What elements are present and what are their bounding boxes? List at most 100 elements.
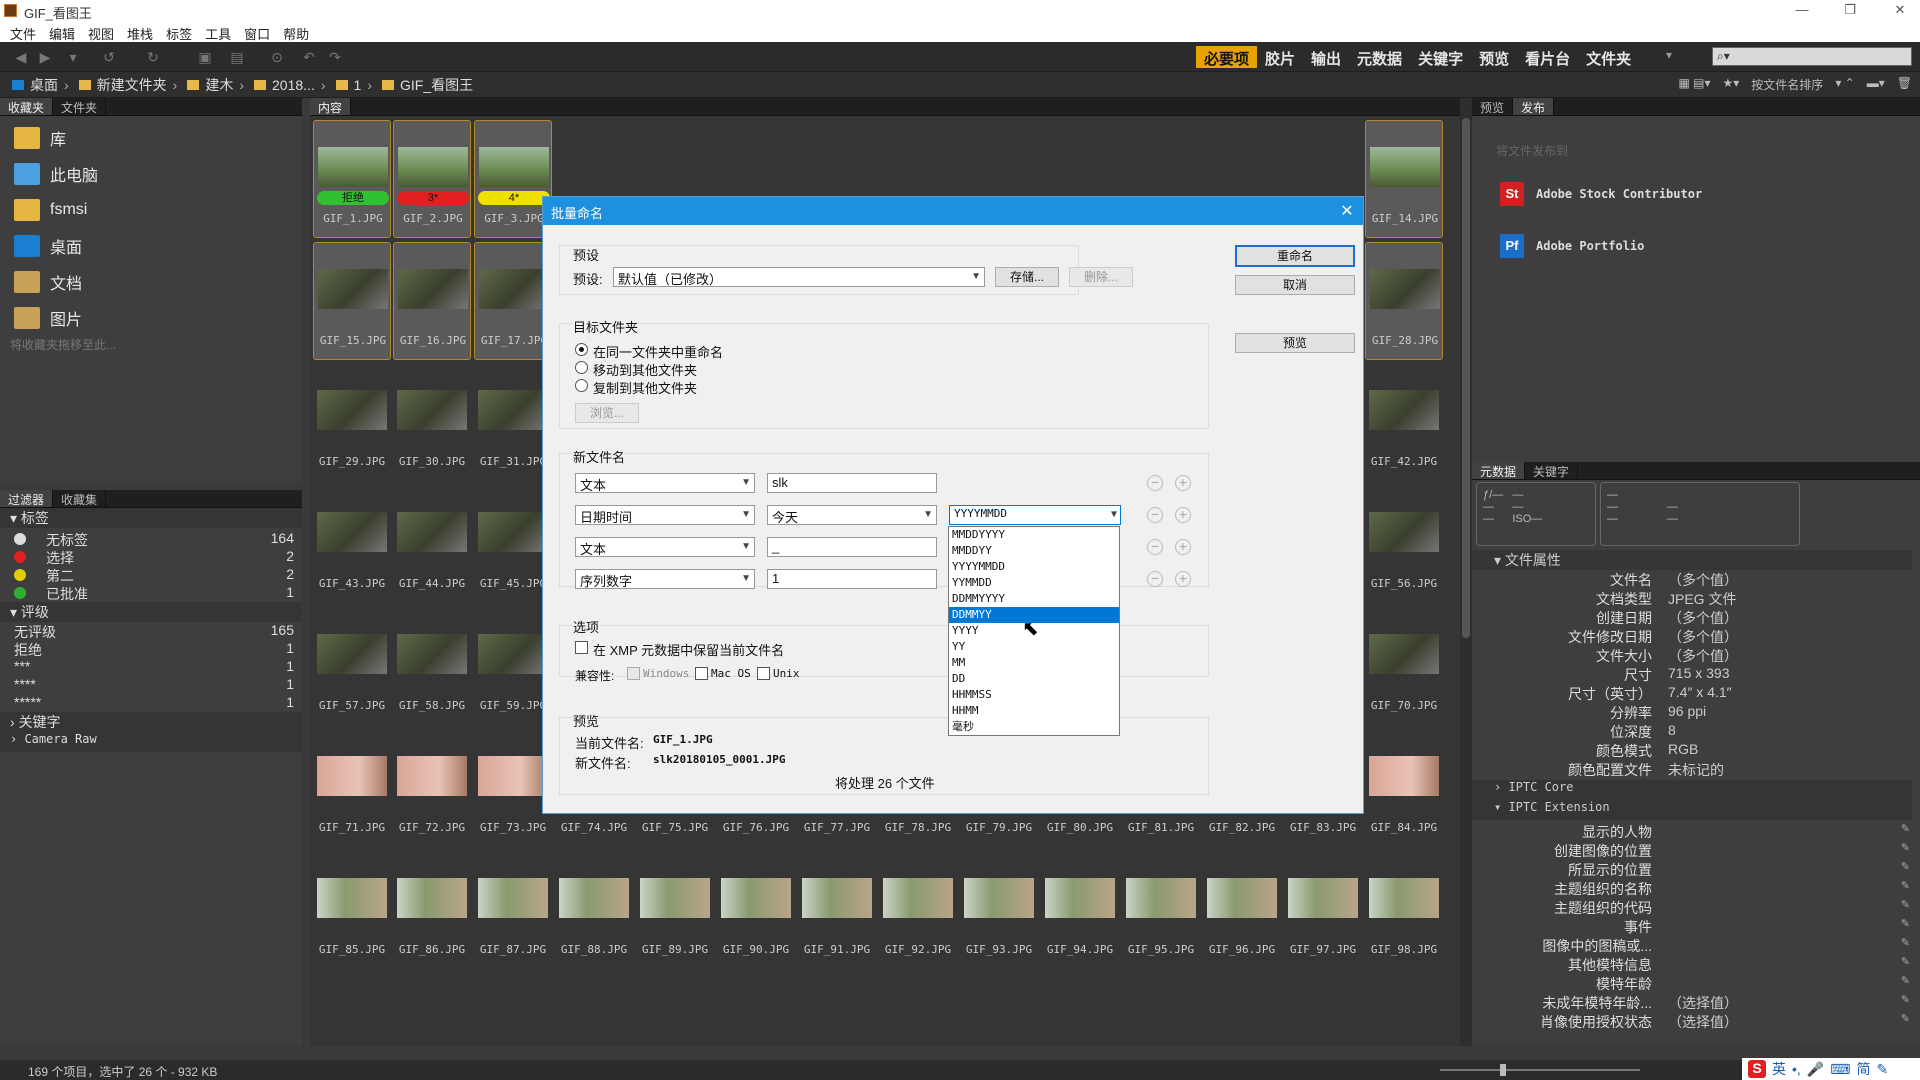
menu-edit[interactable]: 编辑 [43,22,82,42]
rotate-icon[interactable]: ↻ [144,48,162,66]
rotate-left-icon[interactable]: ↶ [300,48,318,66]
edit-icon[interactable]: ✎ [1901,879,1910,892]
tab-collections[interactable]: 收藏集 [53,490,107,507]
edit-icon[interactable]: ✎ [1901,936,1910,949]
tab-metadata[interactable]: 元数据 [1472,462,1526,479]
thumbnail-cell[interactable]: GIF_59.JPG [474,608,552,726]
edit-icon[interactable]: ✎ [1901,841,1910,854]
compat-mac-checkbox[interactable] [695,667,708,680]
refine-icon[interactable]: ▤ [228,48,246,66]
thumbnail-cell[interactable]: GIF_28.JPG [1365,242,1443,360]
close-window-button[interactable]: ✕ [1880,0,1920,22]
menu-tools[interactable]: 工具 [199,22,238,42]
dest-move-radio[interactable] [575,361,588,374]
thumbnail-cell[interactable]: GIF_45.JPG [474,486,552,604]
keep-xmp-checkbox[interactable] [575,641,588,654]
thumbnail-cell[interactable]: GIF_89.JPG [636,852,714,970]
workspace-folders[interactable]: 文件夹 [1578,46,1639,68]
iptc-row[interactable]: 肖像使用授权状态 （选择值） ✎ [1472,1012,1920,1031]
thumbnail-cell[interactable]: GIF_17.JPG [474,242,552,360]
menu-label[interactable]: 标签 [160,22,199,42]
workspace-essentials[interactable]: 必要项 [1196,46,1258,68]
maximize-button[interactable]: ❐ [1830,0,1870,22]
thumbnail-cell[interactable]: 拒绝 GIF_1.JPG [313,120,391,238]
breadcrumb-item[interactable]: 2018... [272,77,315,93]
breadcrumb-item[interactable]: 建木 [205,75,233,95]
thumbnail-cell[interactable]: GIF_57.JPG [313,608,391,726]
workspace-metadata[interactable]: 元数据 [1349,46,1410,68]
boomerang-icon[interactable]: ↺ [100,48,118,66]
mic-icon[interactable]: 🎤 [1807,1061,1824,1078]
thumbnail-cell[interactable]: GIF_71.JPG [313,730,391,848]
preset-select[interactable]: 默认值（已修改） ▼ [613,267,985,287]
output-icon[interactable]: ⊙ [268,48,286,66]
date-format-option[interactable]: DDMMYYYY [949,591,1119,607]
thumbnail-cell[interactable]: GIF_96.JPG [1203,852,1281,970]
tab-preview[interactable]: 预览 [1472,98,1514,115]
edit-icon[interactable]: ✎ [1901,1012,1910,1025]
thumbnail-cell[interactable]: GIF_92.JPG [879,852,957,970]
filter-row[interactable]: **** 1 [0,676,302,694]
thumbnail-cell[interactable]: GIF_91.JPG [798,852,876,970]
tab-content[interactable]: 内容 [310,98,352,115]
iptc-row[interactable]: 主题组织的代码 ✎ [1472,898,1920,917]
close-icon[interactable]: ✕ [1337,201,1357,221]
thumbnail-cell[interactable]: GIF_84.JPG [1365,730,1443,848]
edit-icon[interactable]: ✎ [1901,898,1910,911]
iptc-row[interactable]: 图像中的图稿或... ✎ [1472,936,1920,955]
date-format-option[interactable]: MMDDYY [949,543,1119,559]
search-input[interactable]: ⌕▾ [1712,47,1912,66]
date-format-option[interactable]: MM [949,655,1119,671]
menu-file[interactable]: 文件 [4,22,43,42]
filter-row[interactable]: 无标签 164 [0,530,302,548]
tab-filter[interactable]: 过滤器 [0,490,54,507]
rule-type-select[interactable]: 日期时间 ▼ [575,505,755,525]
punct-icon[interactable]: •, [1792,1061,1801,1077]
new-folder-icon[interactable]: ▬▾ [1867,76,1885,93]
breadcrumb-item[interactable]: 桌面 [30,75,58,95]
date-format-option[interactable]: 毫秒 [949,719,1119,735]
menu-stack[interactable]: 堆栈 [121,22,160,42]
remove-rule-icon[interactable]: − [1147,507,1163,523]
tab-keywords[interactable]: 关键字 [1525,462,1579,479]
workspace-more-icon[interactable]: ▾ [1666,48,1672,62]
compat-windows-checkbox[interactable] [627,667,640,680]
publish-stock[interactable]: St Adobe Stock Contributor [1500,180,1702,208]
scroll-thumb[interactable] [1462,118,1470,638]
edit-icon[interactable]: ✎ [1901,860,1910,873]
iptc-extension-header[interactable]: ▾ IPTC Extension [1472,800,1912,820]
thumbnail-cell[interactable]: GIF_98.JPG [1365,852,1443,970]
thumbnail-size-slider[interactable] [1440,1069,1640,1071]
filter-rating-header[interactable]: ▾ 评级 [0,602,302,622]
save-preset-button[interactable]: 存储... [995,267,1059,287]
add-rule-icon[interactable]: + [1175,475,1191,491]
workspace-lighttable[interactable]: 看片台 [1517,46,1578,68]
workspace-output[interactable]: 输出 [1303,46,1349,68]
iptc-row[interactable]: 模特年龄 ✎ [1472,974,1920,993]
filter-camera-raw-header[interactable]: › Camera Raw [0,732,302,752]
date-format-select[interactable]: YYYYMMDD ▼ [949,505,1121,525]
edit-icon[interactable]: ✎ [1901,993,1910,1006]
ime-lang[interactable]: 英 [1772,1059,1786,1079]
date-format-option[interactable]: YYMMDD [949,575,1119,591]
filter-row[interactable]: 无评级 165 [0,622,302,640]
settings-icon[interactable]: ✎ [1876,1061,1888,1078]
date-format-option[interactable]: YY [949,639,1119,655]
rule-type-select[interactable]: 序列数字 ▼ [575,569,755,589]
browse-button[interactable]: 浏览... [575,403,639,423]
preview-button[interactable]: 预览 [1235,333,1355,353]
minimize-button[interactable]: — [1782,0,1822,22]
thumbnail-cell[interactable]: GIF_29.JPG [313,364,391,482]
compat-unix-checkbox[interactable] [757,667,770,680]
thumbnail-cell[interactable]: 3* GIF_2.JPG [393,120,471,238]
menu-help[interactable]: 帮助 [277,22,316,42]
thumbnail-cell[interactable]: GIF_88.JPG [555,852,633,970]
menu-window[interactable]: 窗口 [238,22,277,42]
tab-favorites[interactable]: 收藏夹 [0,98,54,115]
thumbnail-cell[interactable]: GIF_97.JPG [1284,852,1362,970]
remove-rule-icon[interactable]: − [1147,539,1163,555]
filter-row[interactable]: 已批准 1 [0,584,302,602]
dest-same-radio[interactable] [575,343,588,356]
filter-row[interactable]: 第二 2 [0,566,302,584]
thumbnail-cell[interactable]: GIF_43.JPG [313,486,391,604]
